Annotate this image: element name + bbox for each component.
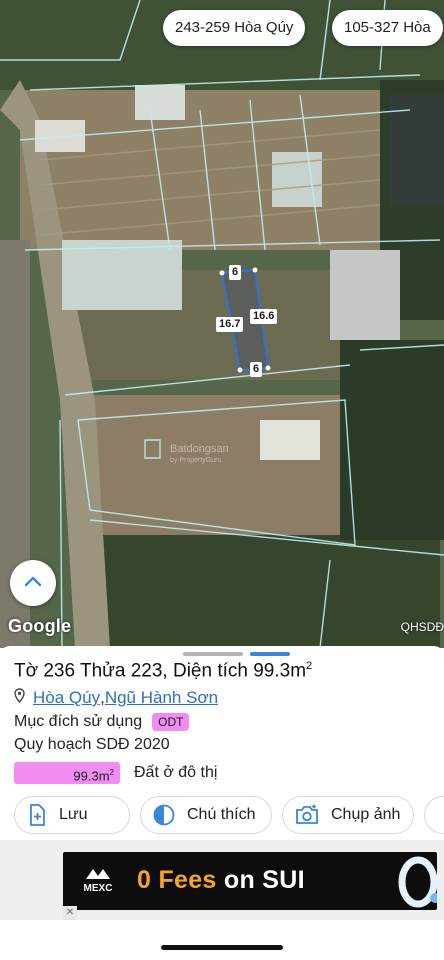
- area-bar: 99.3m2: [14, 762, 120, 784]
- expand-up-button[interactable]: [10, 560, 56, 606]
- ad-banner-area: MEXC 0 Fees on SUI ✕: [0, 840, 444, 920]
- parcel-info-sheet: Tờ 236 Thửa 223, Diện tích 99.3m2 Hòa Qú…: [0, 646, 444, 840]
- planning-row: 99.3m2 Đất ở đô thị: [14, 762, 217, 784]
- dimension-label-right: 16.6: [250, 309, 278, 324]
- bookmark-add-icon: [27, 804, 47, 826]
- dimension-label-bottom: 6: [250, 362, 263, 377]
- address-chip-1[interactable]: 243-259 Hòa Qúy: [163, 10, 306, 46]
- action-bar: Lưu Chú thích Chụp ảnh: [14, 796, 444, 834]
- google-logo: Google: [8, 616, 72, 636]
- sheet-handle[interactable]: [183, 652, 243, 656]
- purpose-label: Mục đích sử dụng: [14, 713, 143, 730]
- contrast-icon: [153, 804, 175, 826]
- ward-link[interactable]: Hòa Qúy: [33, 688, 100, 708]
- satellite-map[interactable]: 243-259 Hòa Qúy 105-327 Hòa 6 16.7 16.6 …: [0, 0, 444, 648]
- purpose-code-badge: ODT: [152, 713, 190, 731]
- legend-button[interactable]: Chú thích: [140, 796, 272, 834]
- location-pin-icon: [14, 688, 25, 708]
- land-use-purpose: Mục đích sử dụng ODT: [14, 713, 190, 731]
- take-photo-button[interactable]: Chụp ảnh: [282, 796, 414, 834]
- land-type-label: Đất ở đô thị: [134, 764, 218, 781]
- ad-banner[interactable]: MEXC 0 Fees on SUI: [63, 852, 437, 910]
- dimension-label-left: 16.7: [216, 317, 244, 332]
- dimension-label-top: 6: [229, 265, 242, 280]
- home-indicator: [161, 945, 283, 950]
- district-link[interactable]: Ngũ Hành Sơn: [105, 688, 218, 708]
- watermark: Batdongsan by PropertyGuru: [170, 443, 229, 465]
- qhsd-label: QHSDĐ: [400, 620, 444, 634]
- chevron-up-icon: [24, 574, 42, 592]
- address-chip-2[interactable]: 105-327 Hòa: [332, 10, 443, 46]
- mexc-logo: MEXC: [81, 866, 115, 894]
- planning-label: Quy hoạch SDĐ 2020: [14, 736, 170, 753]
- zero-percent-graphic-icon: [398, 856, 437, 908]
- camera-add-icon: [295, 804, 319, 826]
- ad-headline: 0 Fees on SUI: [137, 866, 305, 894]
- ad-close-icon[interactable]: ✕: [63, 906, 77, 920]
- parcel-address: Hòa Qúy , Ngũ Hành Sơn: [14, 688, 218, 708]
- sheet-handle-accent[interactable]: [250, 652, 290, 656]
- more-actions-button[interactable]: [424, 796, 444, 834]
- save-button[interactable]: Lưu: [14, 796, 130, 834]
- parcel-title: Tờ 236 Thửa 223, Diện tích 99.3m2: [14, 660, 313, 682]
